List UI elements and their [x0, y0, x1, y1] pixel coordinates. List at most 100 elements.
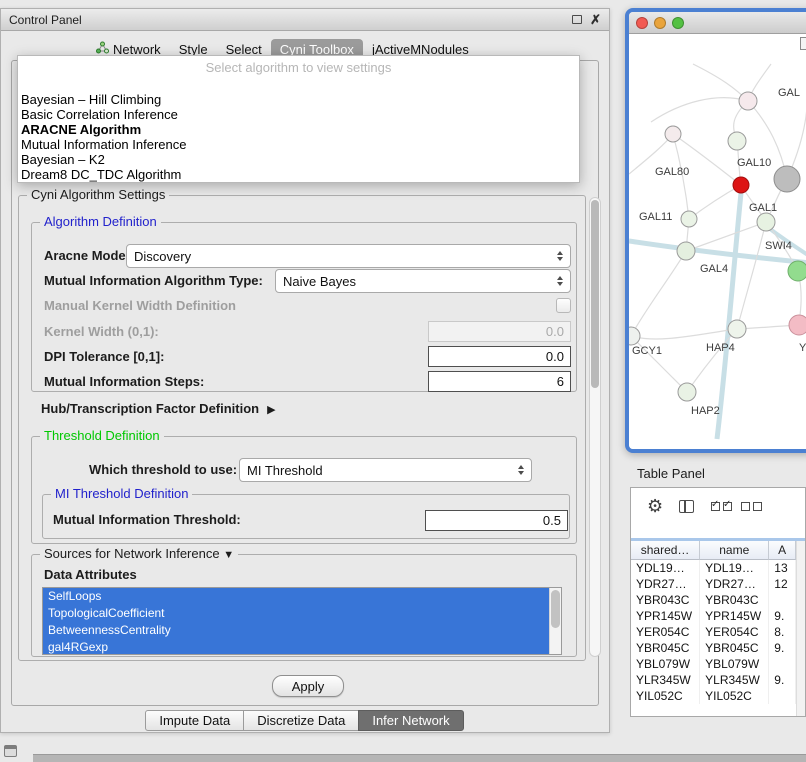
- network-window-titlebar[interactable]: [629, 12, 806, 34]
- network-node[interactable]: [789, 315, 806, 335]
- table-row[interactable]: YPR145WYPR145W9.: [631, 608, 796, 624]
- table-row[interactable]: YDL19…YDL19…13: [631, 560, 796, 576]
- table-row[interactable]: YBL079WYBL079W: [631, 656, 796, 672]
- show-columns-button[interactable]: [679, 500, 694, 513]
- algorithm-option-mutual-information-inference[interactable]: Mutual Information Inference: [18, 137, 579, 152]
- table-row[interactable]: YER054CYER054C8.: [631, 624, 796, 640]
- column-header-name[interactable]: name: [700, 541, 769, 560]
- table-row[interactable]: YIL052CYIL052C: [631, 688, 796, 704]
- unchecked-box-icon: [741, 502, 750, 511]
- hub-section-toggle[interactable]: Hub/Transcription Factor Definition ▶: [41, 401, 276, 417]
- cyni-algorithm-settings-group: Cyni Algorithm Settings Algorithm Defini…: [18, 195, 586, 661]
- settings-scrollbar[interactable]: [589, 197, 601, 657]
- sources-title-row[interactable]: Sources for Network Inference ▼: [40, 546, 238, 561]
- table-settings-button[interactable]: ⚙: [647, 497, 663, 515]
- data-attributes-list[interactable]: SelfLoopsTopologicalCoefficientBetweenne…: [42, 587, 562, 655]
- control-panel-titlebar[interactable]: Control Panel ✗: [1, 9, 609, 31]
- network-view-window: GALGAL80GAL10GAL11GAL1SWI4GAL4GCY1HAP4YH…: [625, 8, 806, 453]
- network-node[interactable]: [681, 211, 697, 227]
- algorithm-option-dream8-dc-tdc-algorithm[interactable]: Dream8 DC_TDC Algorithm: [18, 167, 579, 182]
- network-node[interactable]: [757, 213, 775, 231]
- table-cell: YIL052C: [700, 688, 769, 704]
- table-panel-title: Table Panel: [637, 466, 705, 481]
- mi-steps-field[interactable]: 6: [428, 371, 571, 392]
- node-label: GAL10: [737, 157, 771, 169]
- column-header-shared[interactable]: shared…: [631, 541, 700, 560]
- algorithm-option-aracne-algorithm[interactable]: ARACNE Algorithm: [18, 122, 579, 137]
- algorithm-option-basic-correlation-inference[interactable]: Basic Correlation Inference: [18, 107, 579, 122]
- close-button[interactable]: [636, 17, 648, 29]
- network-node[interactable]: [677, 242, 695, 260]
- algorithm-option-bayesian-hill-climbing[interactable]: Bayesian – Hill Climbing: [18, 92, 579, 107]
- network-node[interactable]: [678, 383, 696, 401]
- network-node[interactable]: [728, 132, 746, 150]
- table-cell: YLR345W: [700, 672, 769, 688]
- attribute-item-selfloops[interactable]: SelfLoops: [43, 588, 549, 605]
- column-header-a[interactable]: A: [769, 541, 796, 560]
- table-cell: [769, 656, 796, 672]
- zoom-button[interactable]: [672, 17, 684, 29]
- table-cell: 9.: [769, 672, 796, 688]
- algorithm-definition-group: Algorithm Definition Aracne Mode: Discov…: [31, 222, 577, 392]
- minimized-panel-icon[interactable]: [4, 745, 17, 757]
- settings-scrollbar-thumb[interactable]: [591, 200, 599, 388]
- combo-arrows-icon: [557, 251, 563, 261]
- table-row[interactable]: YLR345WYLR345W9.: [631, 672, 796, 688]
- mi-algorithm-type-select[interactable]: Naive Bayes: [275, 269, 571, 293]
- network-node[interactable]: [728, 320, 746, 338]
- birdseye-toggle-icon[interactable]: [800, 37, 806, 50]
- attribute-item-topologicalcoefficient[interactable]: TopologicalCoefficient: [43, 605, 549, 622]
- network-graph[interactable]: GALGAL80GAL10GAL11GAL1SWI4GAL4GCY1HAP4YH…: [629, 34, 806, 449]
- algorithm-popup-list: Bayesian – Hill ClimbingBasic Correlatio…: [18, 92, 579, 182]
- which-threshold-select[interactable]: MI Threshold: [239, 458, 532, 482]
- apply-button[interactable]: Apply: [272, 675, 344, 697]
- deselect-all-button[interactable]: [741, 502, 762, 511]
- network-canvas[interactable]: GALGAL80GAL10GAL11GAL1SWI4GAL4GCY1HAP4YH…: [629, 34, 806, 449]
- float-window-icon[interactable]: [572, 15, 582, 24]
- select-all-button[interactable]: [711, 502, 732, 511]
- bottom-tab-bar: Impute DataDiscretize DataInfer Network: [1, 710, 609, 731]
- network-node[interactable]: [774, 166, 800, 192]
- attribute-item-gal4rgexp[interactable]: gal4RGexp: [43, 639, 549, 655]
- bottom-tab-discretize-data[interactable]: Discretize Data: [243, 710, 359, 731]
- popup-placeholder: Select algorithm to view settings: [18, 59, 579, 77]
- attribute-item-betweennesscentrality[interactable]: BetweennessCentrality: [43, 622, 549, 639]
- dpi-tolerance-field[interactable]: 0.0: [428, 346, 571, 367]
- algorithm-option-bayesian-k2[interactable]: Bayesian – K2: [18, 152, 579, 167]
- mi-threshold-definition-title: MI Threshold Definition: [51, 486, 192, 501]
- bottom-tab-impute-data[interactable]: Impute Data: [145, 710, 244, 731]
- node-label: SWI4: [765, 240, 792, 252]
- checked-box-icon: [723, 502, 732, 511]
- list-scrollbar-thumb[interactable]: [551, 590, 560, 628]
- table-row[interactable]: YDR27…YDR27…12: [631, 576, 796, 592]
- table-cell: YDL19…: [631, 560, 700, 576]
- table-cell: YBR045C: [631, 640, 700, 656]
- table-cell: 8.: [769, 624, 796, 640]
- bottom-panel-edge: [33, 754, 806, 762]
- mi-threshold-field[interactable]: 0.5: [425, 510, 568, 531]
- list-scrollbar[interactable]: [549, 588, 561, 654]
- network-node[interactable]: [788, 261, 806, 281]
- network-node[interactable]: [629, 327, 640, 345]
- table-cell: YPR145W: [631, 608, 700, 624]
- table-cell: YBL079W: [631, 656, 700, 672]
- network-node[interactable]: [739, 92, 757, 110]
- expand-right-arrow-icon: ▶: [267, 403, 275, 416]
- table-row[interactable]: YBR043CYBR043C: [631, 592, 796, 608]
- close-window-icon[interactable]: ✗: [590, 13, 601, 26]
- bottom-tab-infer-network[interactable]: Infer Network: [358, 710, 463, 731]
- minimize-button[interactable]: [654, 17, 666, 29]
- aracne-mode-select[interactable]: Discovery: [126, 244, 571, 268]
- aracne-mode-value: Discovery: [134, 249, 557, 264]
- threshold-definition-group: Threshold Definition Which threshold to …: [31, 436, 577, 544]
- table-scrollbar[interactable]: [796, 541, 805, 716]
- network-node[interactable]: [733, 177, 749, 193]
- manual-kernel-label: Manual Kernel Width Definition: [44, 298, 236, 314]
- table-body: YDL19…YDL19…13YDR27…YDR27…12YBR043CYBR04…: [631, 560, 796, 716]
- kernel-width-field[interactable]: 0.0: [428, 321, 571, 342]
- table-cell: YDR27…: [700, 576, 769, 592]
- network-node[interactable]: [665, 126, 681, 142]
- collapse-down-arrow-icon: ▼: [223, 549, 234, 561]
- table-row[interactable]: YBR045CYBR045C9.: [631, 640, 796, 656]
- manual-kernel-checkbox[interactable]: [556, 298, 571, 313]
